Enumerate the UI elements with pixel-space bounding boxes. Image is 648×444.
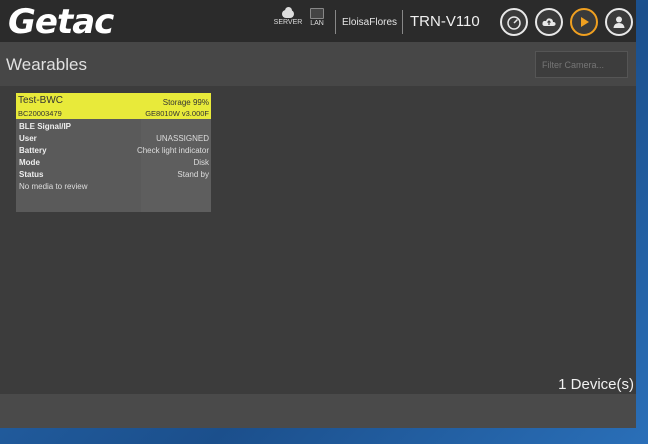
media-row: No media to review <box>19 182 209 194</box>
device-card-header: Test-BWC Storage 99% BC20003479 GE8010W … <box>16 93 211 119</box>
page-header: Wearables <box>0 42 636 86</box>
mode-value: Disk <box>193 158 209 167</box>
user-label: User <box>19 134 37 143</box>
ble-label: BLE Signal/IP <box>19 122 72 131</box>
top-bar: Getac SERVER LAN EloisaFlores TRN-V110 <box>0 0 636 42</box>
status-row: Status Stand by <box>19 170 209 182</box>
gauge-icon <box>507 16 521 30</box>
getac-logo: Getac <box>8 2 114 42</box>
server-label: SERVER <box>273 19 303 26</box>
cloud-sync-icon <box>542 18 556 26</box>
server-status[interactable]: SERVER <box>273 7 303 26</box>
filter-camera-input[interactable] <box>535 51 628 78</box>
divider <box>335 10 336 34</box>
divider <box>402 10 403 34</box>
battery-row: Battery Check light indicator <box>19 146 209 158</box>
lan-monitor-icon <box>310 8 324 19</box>
device-card[interactable]: Test-BWC Storage 99% BC20003479 GE8010W … <box>16 93 211 212</box>
mode-label: Mode <box>19 158 40 167</box>
play-button[interactable] <box>570 8 598 36</box>
device-serial: BC20003479 <box>18 109 62 118</box>
mode-row: Mode Disk <box>19 158 209 170</box>
user-row: User UNASSIGNED <box>19 134 209 146</box>
device-card-body: BLE Signal/IP User UNASSIGNED Battery Ch… <box>16 119 211 194</box>
status-label: Status <box>19 170 44 179</box>
user-button[interactable] <box>605 8 633 36</box>
user-icon <box>613 16 625 28</box>
cloud-sync-button[interactable] <box>535 8 563 36</box>
app-window: Getac SERVER LAN EloisaFlores TRN-V110 W… <box>0 0 636 428</box>
device-count: 1 Device(s) <box>558 376 634 393</box>
ble-row: BLE Signal/IP <box>19 122 209 134</box>
username[interactable]: EloisaFlores <box>342 17 397 28</box>
device-grid: Test-BWC Storage 99% BC20003479 GE8010W … <box>0 86 636 394</box>
server-cloud-icon <box>280 7 296 18</box>
status-value: Stand by <box>177 170 209 179</box>
battery-value: Check light indicator <box>136 146 209 155</box>
device-name: Test-BWC <box>18 95 63 106</box>
footer-bar <box>0 394 636 428</box>
gauge-button[interactable] <box>500 8 528 36</box>
page-title: Wearables <box>6 55 87 74</box>
device-storage: Storage 99% <box>162 98 209 107</box>
device-firmware: GE8010W v3.000F <box>145 109 209 118</box>
lan-label: LAN <box>310 20 324 27</box>
battery-label: Battery <box>19 146 47 155</box>
device-id: TRN-V110 <box>410 13 480 30</box>
user-value: UNASSIGNED <box>156 134 209 143</box>
play-icon <box>581 17 589 27</box>
lan-status[interactable]: LAN <box>302 8 332 27</box>
media-note: No media to review <box>19 182 88 191</box>
